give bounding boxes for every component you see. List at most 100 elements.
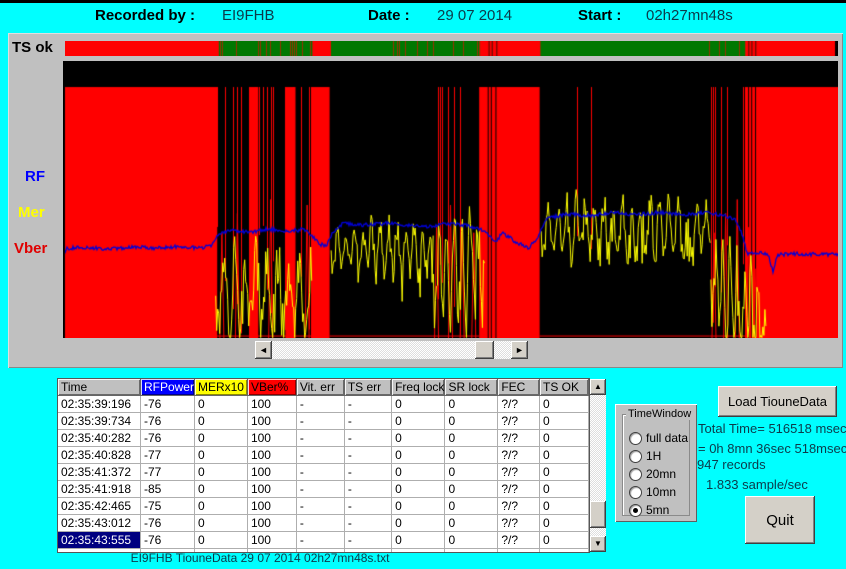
table-cell: -: [344, 430, 391, 447]
table-cell: -: [344, 464, 391, 481]
table-scrollbar-track[interactable]: [590, 395, 606, 536]
table-cell: -: [344, 498, 391, 515]
recorded-by-label: Recorded by :: [95, 7, 195, 24]
table-cell: 02:35:42:465: [58, 498, 140, 515]
table-cell: -76: [140, 515, 194, 532]
table-vertical-scrollbar[interactable]: ▲ ▼: [590, 379, 606, 552]
radio-circle-icon[interactable]: [629, 486, 642, 499]
table-cell: 02:35:41:918: [58, 481, 140, 498]
table-cell: -: [296, 481, 344, 498]
table-cell: 0: [194, 430, 247, 447]
monitor-panel: TS ok RF Mer Vber ◄ ►: [8, 33, 843, 368]
table-row[interactable]: 02:35:43:555-760100--00?/?0: [58, 532, 589, 549]
table-cell: -: [296, 532, 344, 549]
radio-circle-icon[interactable]: [629, 468, 642, 481]
radio-option-5mn[interactable]: 5mn: [629, 503, 669, 517]
table-cell: -75: [140, 498, 194, 515]
table-cell: ?/?: [498, 464, 540, 481]
scroll-right-arrow-icon[interactable]: ►: [511, 341, 528, 359]
table-cell: -: [296, 430, 344, 447]
table-cell: 02:35:40:828: [58, 447, 140, 464]
column-header-time: Time: [58, 379, 140, 396]
chart-horizontal-scrollbar[interactable]: ◄ ►: [255, 341, 528, 359]
total-time-text: Total Time= 516518 msec: [698, 421, 846, 436]
table-scroll-down-icon[interactable]: ▼: [590, 536, 606, 552]
table-row[interactable]: 02:35:40:282-760100--00?/?0: [58, 430, 589, 447]
table-cell: 0: [392, 430, 445, 447]
total-time-hms-text: = 0h 8mn 36sec 518msec: [698, 441, 846, 456]
table-cell: 0: [194, 396, 247, 413]
table-cell: -76: [140, 396, 194, 413]
table-cell: -: [344, 396, 391, 413]
radio-option-1h[interactable]: 1H: [629, 449, 661, 463]
table-cell: -: [344, 413, 391, 430]
table-cell: 0: [540, 447, 589, 464]
chart-scrollbar-thumb[interactable]: [475, 341, 494, 359]
column-header-ts-err: TS err: [344, 379, 391, 396]
table-row[interactable]: 02:35:42:465-750100--00?/?0: [58, 498, 589, 515]
table-cell: ?/?: [498, 430, 540, 447]
radio-option-full-data[interactable]: full data: [629, 431, 688, 445]
table-row[interactable]: 02:35:39:196-760100--00?/?0: [58, 396, 589, 413]
table-cell: 0: [194, 498, 247, 515]
window-top-edge: [0, 0, 846, 3]
chart-scrollbar-track[interactable]: [272, 341, 511, 359]
load-tiounedata-button[interactable]: Load TiouneData: [718, 386, 837, 417]
table-cell: 100: [247, 515, 296, 532]
records-count-text: 947 records: [697, 457, 766, 472]
table-row[interactable]: 02:35:40:828-770100--00?/?0: [58, 447, 589, 464]
table-cell: -76: [140, 430, 194, 447]
table-cell: ?/?: [498, 498, 540, 515]
radio-option-20mn[interactable]: 20mn: [629, 467, 676, 481]
ts-status-strip: [65, 41, 838, 56]
radio-circle-icon[interactable]: [629, 504, 642, 517]
table-scrollbar-thumb[interactable]: [590, 501, 606, 528]
table-cell: 02:35:39:196: [58, 396, 140, 413]
start-label: Start :: [578, 7, 621, 24]
table-cell: 0: [540, 430, 589, 447]
table-cell: ?/?: [498, 396, 540, 413]
table-cell: 0: [392, 447, 445, 464]
table-cell: 0: [445, 481, 498, 498]
table-cell: 0: [540, 498, 589, 515]
table-cell: 0: [392, 498, 445, 515]
table-cell: 100: [247, 447, 296, 464]
table-cell: -: [296, 515, 344, 532]
records-table-area: TimeRFPowerMERx10VBer%Vit. errTS errFreq…: [57, 378, 606, 553]
signal-chart: [63, 61, 838, 338]
mer-axis-label: Mer: [18, 204, 45, 221]
table-scroll-up-icon[interactable]: ▲: [590, 379, 606, 395]
table-row[interactable]: 02:35:41:918-850100--00?/?0: [58, 481, 589, 498]
scroll-left-arrow-icon[interactable]: ◄: [255, 341, 272, 359]
radio-option-label: 5mn: [646, 503, 669, 517]
table-cell: -76: [140, 413, 194, 430]
column-header-ts-ok: TS OK: [540, 379, 589, 396]
table-cell: -: [296, 498, 344, 515]
sample-rate-text: 1.833 sample/sec: [706, 477, 808, 492]
table-cell: 0: [392, 396, 445, 413]
table-cell: 100: [247, 532, 296, 549]
quit-button[interactable]: Quit: [745, 496, 815, 544]
table-row[interactable]: 02:35:43:012-760100--00?/?0: [58, 515, 589, 532]
table-cell: 0: [445, 430, 498, 447]
table-cell: 0: [445, 532, 498, 549]
table-header-row: TimeRFPowerMERx10VBer%Vit. errTS errFreq…: [58, 379, 589, 396]
table-cell: 0: [392, 532, 445, 549]
column-header-freq-lock: Freq lock: [392, 379, 445, 396]
radio-option-10mn[interactable]: 10mn: [629, 485, 676, 499]
column-header-fec: FEC: [498, 379, 540, 396]
radio-circle-icon[interactable]: [629, 450, 642, 463]
table-cell: 0: [194, 413, 247, 430]
table-row[interactable]: 02:35:39:734-760100--00?/?0: [58, 413, 589, 430]
table-cell: 0: [194, 464, 247, 481]
table-cell: 100: [247, 430, 296, 447]
table-cell: 0: [445, 515, 498, 532]
radio-circle-icon[interactable]: [629, 432, 642, 445]
table-cell: 0: [194, 515, 247, 532]
table-cell: -77: [140, 447, 194, 464]
records-table: TimeRFPowerMERx10VBer%Vit. errTS errFreq…: [57, 378, 590, 553]
table-row[interactable]: 02:35:41:372-770100--00?/?0: [58, 464, 589, 481]
table-cell: -: [296, 413, 344, 430]
column-header-rfpower: RFPower: [140, 379, 194, 396]
table-cell: 100: [247, 413, 296, 430]
